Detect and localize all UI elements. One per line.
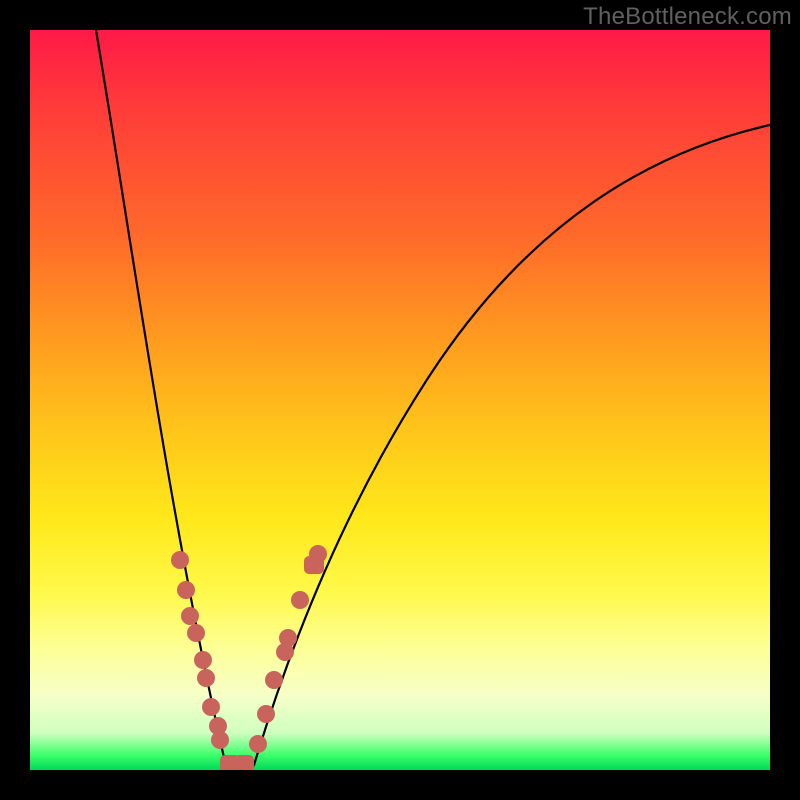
data-marker [187, 624, 205, 642]
data-marker [309, 545, 327, 563]
watermark-text: TheBottleneck.com [583, 3, 792, 31]
left-curve [96, 30, 254, 770]
data-marker [197, 669, 215, 687]
right-curve [254, 125, 770, 765]
data-marker [211, 731, 229, 749]
chart-frame: TheBottleneck.com [0, 0, 800, 800]
data-marker [194, 651, 212, 669]
data-marker [234, 755, 254, 770]
data-marker [249, 735, 267, 753]
data-marker [265, 671, 283, 689]
data-marker [181, 607, 199, 625]
data-marker [202, 698, 220, 716]
data-marker [291, 591, 309, 609]
data-marker [177, 581, 195, 599]
data-marker [171, 551, 189, 569]
curve-layer [30, 30, 770, 770]
data-marker [279, 629, 297, 647]
data-marker [257, 705, 275, 723]
plot-area [30, 30, 770, 770]
